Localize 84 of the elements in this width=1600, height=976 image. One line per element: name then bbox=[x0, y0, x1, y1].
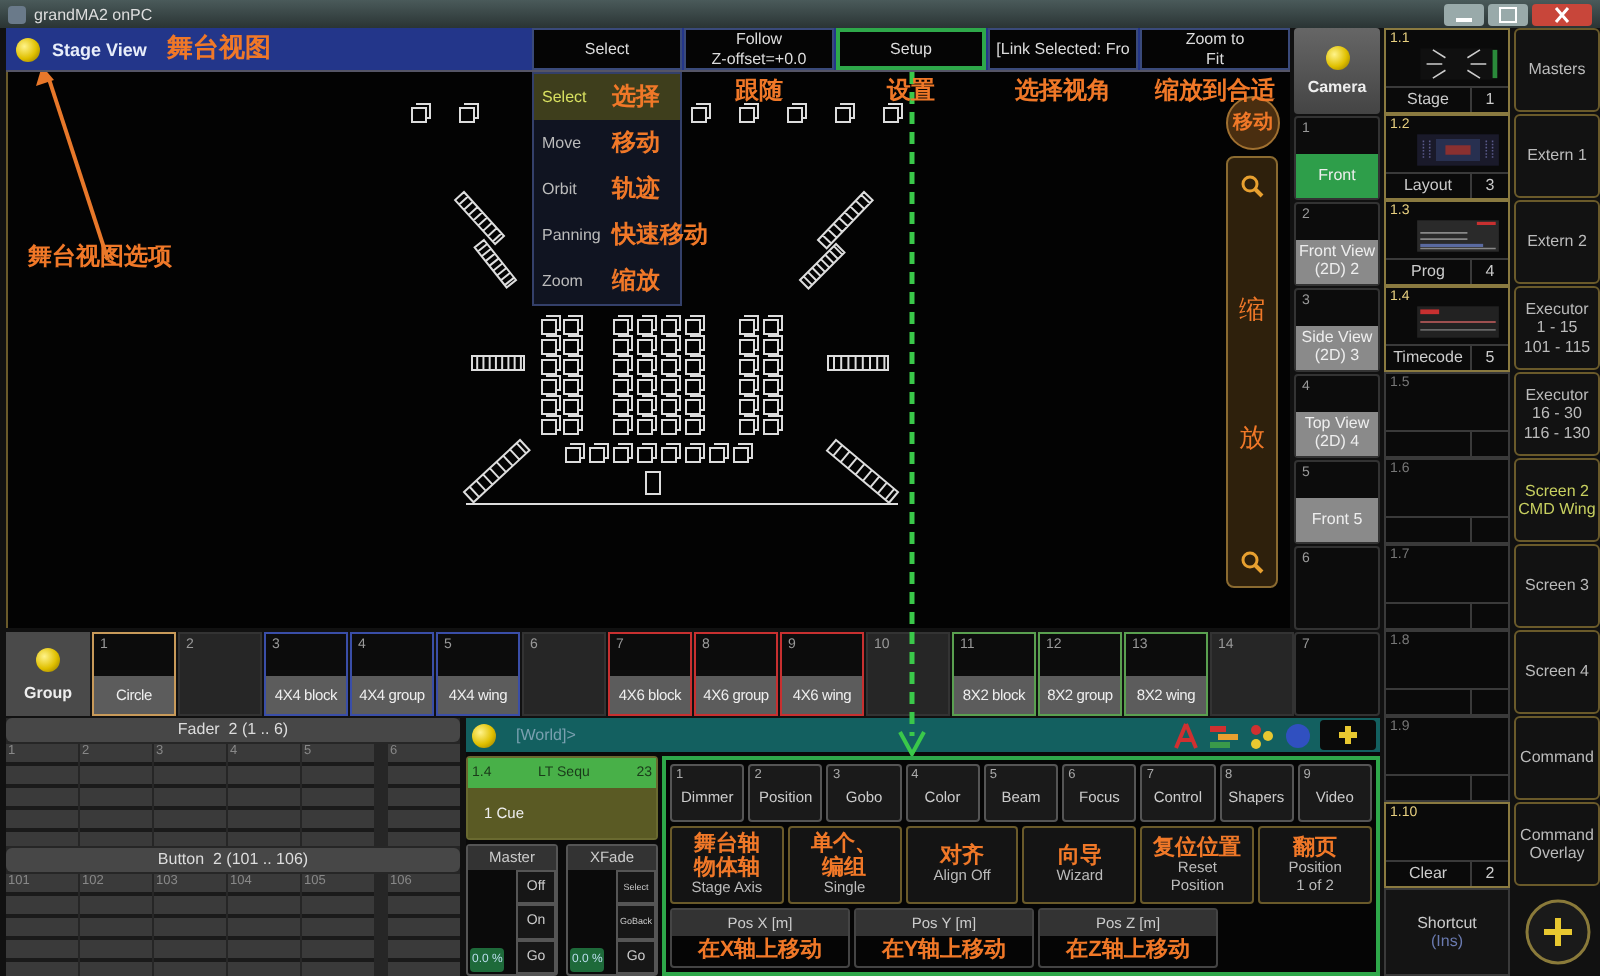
view-tile[interactable]: Shortcut (Ins) bbox=[1384, 888, 1510, 976]
annotation: 舞台视图 bbox=[166, 34, 271, 64]
tile-count: 5 bbox=[1485, 348, 1495, 366]
ball-icon bbox=[1325, 46, 1349, 70]
annotation: 在Y轴上移动 bbox=[879, 936, 1009, 963]
stage-view-title: Stage View bbox=[52, 39, 147, 59]
screen-button[interactable]: Extern 2 bbox=[1514, 200, 1600, 284]
fader-section-title: Fader 2 (1 .. 6) bbox=[6, 718, 460, 742]
annotation: 轨迹 bbox=[612, 175, 660, 203]
layout-thumbnail-drawing bbox=[1414, 128, 1502, 172]
button-section-title: Button 2 (101 .. 106) bbox=[6, 848, 460, 872]
screen-button[interactable]: Masters bbox=[1514, 28, 1600, 112]
annotation: 编组 bbox=[822, 856, 867, 881]
tile-label: Side View (2D) 3 bbox=[1296, 326, 1378, 370]
toolbar-button[interactable]: Follow Z-offset=+0.0 bbox=[684, 28, 834, 70]
tile-label: Front View (2D) 2 bbox=[1296, 240, 1378, 284]
menu-item[interactable]: Move bbox=[542, 134, 582, 152]
tile-label: Stage bbox=[1386, 88, 1472, 112]
add-button[interactable] bbox=[1523, 898, 1591, 966]
annotation: 在Z轴上移动 bbox=[1064, 936, 1192, 963]
screen-button[interactable]: Screen 2 CMD Wing bbox=[1514, 458, 1600, 542]
tile-label: Shortcut bbox=[1417, 914, 1477, 932]
menu-item[interactable]: Select bbox=[542, 88, 587, 106]
annotation: 对齐 bbox=[940, 844, 985, 869]
ball-icon bbox=[36, 647, 60, 671]
annotation: 翻页 bbox=[1293, 836, 1338, 861]
pool-title: Camera bbox=[1307, 78, 1367, 96]
annotation: 移动 bbox=[612, 129, 660, 157]
screen-button[interactable]: Screen 4 bbox=[1514, 630, 1600, 714]
menu-item[interactable]: Orbit bbox=[542, 180, 577, 198]
tile-label: Front bbox=[1296, 154, 1378, 198]
toolbar-button[interactable]: Zoom to Fit bbox=[1140, 28, 1290, 70]
stack-icon[interactable] bbox=[1208, 721, 1240, 749]
menu-item[interactable]: Zoom bbox=[542, 272, 583, 290]
annotation: 复位位置 bbox=[1153, 836, 1242, 861]
tile-count: 4 bbox=[1485, 262, 1495, 280]
annotation: 单个、 bbox=[811, 832, 878, 857]
annotation: 物体轴 bbox=[693, 856, 760, 881]
annotation: 向导 bbox=[1057, 844, 1102, 869]
toolbar-button[interactable]: [Link Selected: Fro bbox=[988, 28, 1138, 70]
window-title: grandMA2 onPC bbox=[34, 5, 153, 23]
toolbar-button[interactable]: Select bbox=[532, 28, 682, 70]
stage-view-options-button[interactable] bbox=[16, 37, 40, 61]
tile-count: 3 bbox=[1485, 176, 1495, 194]
annotation: 放 bbox=[1239, 423, 1265, 452]
app-icon bbox=[8, 5, 26, 23]
screen-button[interactable]: Executor 1 - 15 101 - 115 bbox=[1514, 286, 1600, 370]
toolbar-button[interactable]: Setup bbox=[836, 28, 986, 70]
maximize-button[interactable] bbox=[1488, 3, 1528, 25]
timecode-thumbnail-drawing bbox=[1414, 300, 1502, 344]
annotation: 缩放 bbox=[612, 267, 660, 295]
screen-button[interactable]: Extern 1 bbox=[1514, 114, 1600, 198]
annotation: 在X轴上移动 bbox=[695, 936, 825, 963]
screen-button[interactable]: Command Overlay bbox=[1514, 802, 1600, 886]
annotation: 舞台轴 bbox=[693, 832, 760, 857]
tile-label: Front 5 bbox=[1296, 498, 1378, 542]
zoom-out-icon bbox=[1240, 549, 1264, 574]
annotation: 选择 bbox=[612, 83, 660, 111]
annotation: 选择视角 bbox=[1015, 78, 1111, 105]
pool-title: Group bbox=[24, 683, 72, 701]
tile-count: 1 bbox=[1485, 90, 1495, 108]
screen-button[interactable]: Executor 16 - 30 116 - 130 bbox=[1514, 372, 1600, 456]
screen-button[interactable]: Screen 3 bbox=[1514, 544, 1600, 628]
annotation: 设置 bbox=[887, 78, 935, 105]
close-button[interactable] bbox=[1532, 3, 1592, 25]
annotation: 跟随 bbox=[735, 78, 783, 105]
tile-label: Clear bbox=[1386, 862, 1472, 886]
annotation: 缩 bbox=[1239, 296, 1265, 325]
zoom-in-icon bbox=[1240, 174, 1264, 198]
dots-icon[interactable] bbox=[1248, 721, 1276, 749]
tile-label: Timecode bbox=[1386, 346, 1472, 370]
tile-label: Top View (2D) 4 bbox=[1296, 412, 1378, 456]
key-hint: (Ins) bbox=[1431, 932, 1463, 950]
annotation: 快速移动 bbox=[612, 221, 708, 249]
programmer-thumbnail-drawing bbox=[1414, 214, 1502, 258]
screen-button[interactable]: Command bbox=[1514, 716, 1600, 800]
menu-item[interactable]: Panning bbox=[542, 226, 601, 244]
tile-label: Prog bbox=[1386, 260, 1472, 284]
minimize-button[interactable] bbox=[1444, 3, 1484, 25]
tile-count: 2 bbox=[1485, 864, 1495, 882]
tile-label: Layout bbox=[1386, 174, 1472, 198]
add-button[interactable] bbox=[1320, 720, 1376, 750]
ball-icon bbox=[472, 723, 496, 747]
fixture-row-drawing bbox=[411, 103, 479, 123]
